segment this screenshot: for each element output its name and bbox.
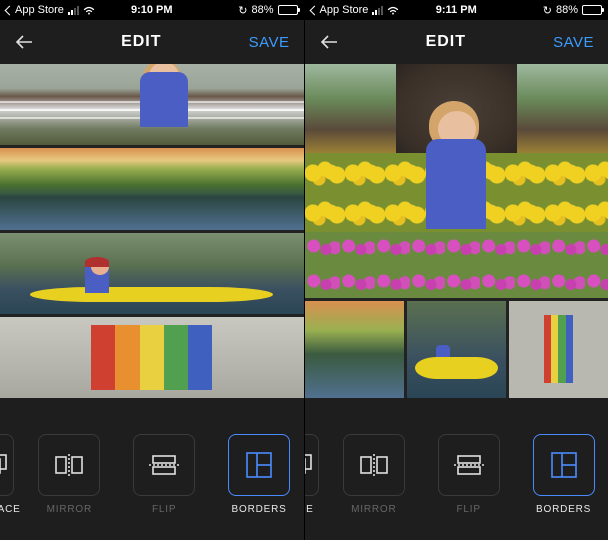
collage-cell[interactable] bbox=[0, 233, 304, 314]
tool-borders[interactable]: BORDERS bbox=[519, 434, 608, 532]
save-button[interactable]: SAVE bbox=[553, 34, 594, 51]
tool-borders[interactable]: BORDERS bbox=[215, 434, 304, 532]
tool-mirror[interactable]: MIRROR bbox=[25, 434, 114, 532]
collage-cell[interactable] bbox=[0, 64, 304, 145]
battery-percent: 88% bbox=[251, 4, 273, 16]
flip-icon bbox=[454, 454, 484, 476]
tool-label: MIRROR bbox=[47, 504, 92, 515]
tool-label: FLIP bbox=[152, 504, 176, 515]
wifi-icon bbox=[387, 6, 399, 15]
tool-replace[interactable]: LACE bbox=[305, 434, 324, 532]
back-button[interactable] bbox=[319, 32, 339, 52]
tool-label: FLIP bbox=[457, 504, 481, 515]
borders-icon bbox=[550, 451, 578, 479]
back-button[interactable] bbox=[14, 32, 34, 52]
page-title: EDIT bbox=[426, 33, 466, 51]
chevron-left-icon bbox=[309, 5, 319, 15]
cellular-icon bbox=[372, 6, 383, 15]
nav-bar: EDIT SAVE bbox=[305, 20, 608, 64]
status-bar: App Store 9:10 PM ↻ 88% bbox=[0, 0, 304, 20]
collage-canvas[interactable] bbox=[305, 64, 608, 398]
replace-icon bbox=[0, 453, 8, 477]
orientation-lock-icon: ↻ bbox=[238, 4, 247, 17]
status-time: 9:11 PM bbox=[436, 4, 477, 16]
arrow-left-icon bbox=[319, 33, 339, 51]
mirror-icon bbox=[359, 454, 389, 476]
battery-icon bbox=[582, 5, 602, 15]
chevron-left-icon bbox=[5, 5, 15, 15]
cellular-icon bbox=[68, 6, 79, 15]
replace-icon bbox=[305, 453, 313, 477]
tool-flip[interactable]: FLIP bbox=[424, 434, 513, 532]
back-to-app-link[interactable]: App Store bbox=[6, 4, 64, 16]
spacer bbox=[0, 398, 304, 430]
toolbar: REPLACE MIRROR FLIP BORDERS bbox=[0, 430, 304, 540]
battery-icon bbox=[278, 5, 298, 15]
collage-cell[interactable] bbox=[407, 301, 506, 398]
collage-cell[interactable] bbox=[305, 301, 404, 398]
tool-label: REPLACE bbox=[0, 504, 21, 515]
toolbar: LACE MIRROR FLIP BORDERS bbox=[305, 430, 608, 540]
flip-icon bbox=[149, 454, 179, 476]
wifi-icon bbox=[83, 6, 95, 15]
mirror-icon bbox=[54, 454, 84, 476]
collage-cell[interactable] bbox=[305, 64, 608, 298]
tool-mirror[interactable]: MIRROR bbox=[329, 434, 418, 532]
collage-canvas[interactable] bbox=[0, 64, 304, 398]
spacer bbox=[305, 398, 608, 430]
save-button[interactable]: SAVE bbox=[249, 34, 290, 51]
tool-label: MIRROR bbox=[351, 504, 396, 515]
orientation-lock-icon: ↻ bbox=[543, 4, 552, 17]
phone-left: App Store 9:10 PM ↻ 88% EDIT SAVE bbox=[0, 0, 304, 540]
borders-icon bbox=[245, 451, 273, 479]
tool-label: BORDERS bbox=[536, 504, 591, 515]
back-to-app-link[interactable]: App Store bbox=[311, 4, 369, 16]
collage-cell[interactable] bbox=[0, 317, 304, 398]
tool-replace[interactable]: REPLACE bbox=[0, 434, 19, 532]
back-app-label: App Store bbox=[15, 4, 64, 16]
status-time: 9:10 PM bbox=[131, 4, 173, 16]
nav-bar: EDIT SAVE bbox=[0, 20, 304, 64]
page-title: EDIT bbox=[121, 33, 161, 51]
tool-flip[interactable]: FLIP bbox=[120, 434, 209, 532]
battery-percent: 88% bbox=[556, 4, 578, 16]
back-app-label: App Store bbox=[320, 4, 369, 16]
collage-cell[interactable] bbox=[0, 148, 304, 229]
collage-cell[interactable] bbox=[509, 301, 608, 398]
tool-label: BORDERS bbox=[232, 504, 287, 515]
arrow-left-icon bbox=[14, 33, 34, 51]
tool-label: LACE bbox=[305, 504, 314, 515]
phone-right: App Store 9:11 PM ↻ 88% EDIT SAVE bbox=[304, 0, 608, 540]
status-bar: App Store 9:11 PM ↻ 88% bbox=[305, 0, 608, 20]
